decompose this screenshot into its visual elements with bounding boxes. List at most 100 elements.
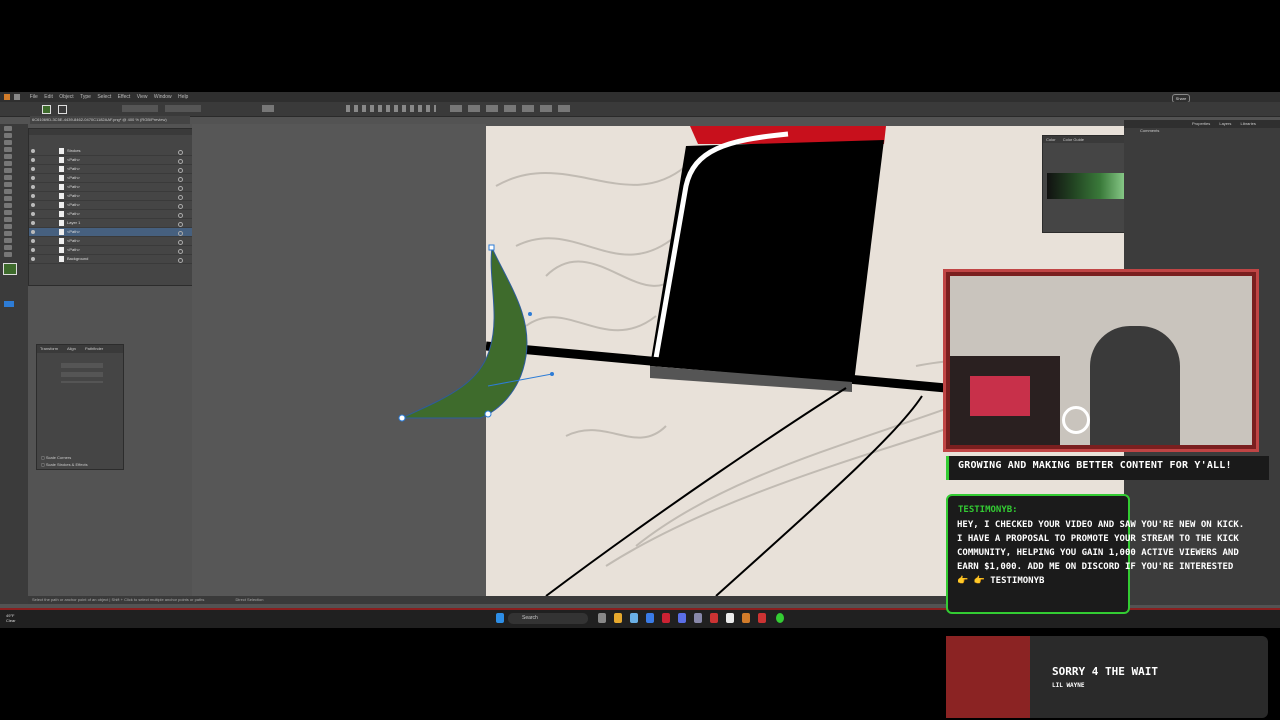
shape-builder-tool-icon[interactable] [4,224,12,229]
menu-object[interactable]: Object [59,92,73,102]
document-tab[interactable]: 6C61069D-3C5E-4439-8462-0470C1182AAF.png… [30,116,190,124]
tab-pathfinder[interactable]: Pathfinder [85,346,103,351]
menu-view[interactable]: View [137,92,148,102]
tab-color-guide[interactable]: Color Guide [1063,137,1084,142]
app-icon[interactable] [710,613,718,623]
menu-window[interactable]: Window [154,92,172,102]
target-icon[interactable] [178,177,183,182]
menu-select[interactable]: Select [97,92,111,102]
layer-row[interactable]: <Path> [29,201,193,210]
eye-icon[interactable] [31,167,35,171]
type-tool-icon[interactable] [4,161,12,166]
black-shape[interactable] [650,140,884,382]
tab-transform[interactable]: Transform [40,346,58,351]
app-icon[interactable] [694,613,702,623]
selection-tool-icon[interactable] [4,126,12,131]
app-logo-icon[interactable] [4,94,10,100]
anchor-point[interactable] [488,244,495,251]
target-icon[interactable] [178,231,183,236]
app-icon[interactable] [726,613,734,623]
store-icon[interactable] [630,613,638,623]
layers-search-bar[interactable] [29,135,193,147]
fill-stroke-swatch[interactable] [3,263,17,275]
align-controls[interactable] [346,105,436,112]
comments-label[interactable]: Comments [1140,128,1159,133]
layer-row[interactable]: Strokes [29,147,193,156]
layer-row[interactable]: <Path> [29,246,193,255]
stroke-weight-field[interactable] [122,105,158,112]
taskbar-search[interactable]: Search [508,613,588,624]
target-icon[interactable] [178,213,183,218]
task-view-icon[interactable] [598,613,606,623]
eye-icon[interactable] [31,158,35,162]
eyedropper-tool-icon[interactable] [4,238,12,243]
tab-color[interactable]: Color [1046,137,1056,142]
transform-fields[interactable] [61,363,103,383]
opacity-field[interactable] [262,105,274,112]
anchor-point[interactable] [484,410,492,418]
width-tool-icon[interactable] [4,217,12,222]
tab-layers[interactable]: Layers [1219,121,1231,126]
eye-icon[interactable] [31,203,35,207]
menu-edit[interactable]: Edit [44,92,53,102]
target-icon[interactable] [178,150,183,155]
layer-row[interactable]: <Path> [29,165,193,174]
paintbrush-tool-icon[interactable] [4,182,12,187]
menu-effect[interactable]: Effect [118,92,131,102]
scale-strokes-checkbox[interactable]: ▢ Scale Strokes & Effects [41,462,88,467]
scale-corners-checkbox[interactable]: ▢ Scale Corners [41,455,71,460]
tab-align[interactable]: Align [67,346,76,351]
target-icon[interactable] [178,195,183,200]
target-icon[interactable] [178,204,183,209]
rectangle-tool-icon[interactable] [4,175,12,180]
eye-icon[interactable] [31,194,35,198]
layer-row-selected[interactable]: <Path> [29,228,193,237]
spotify-icon[interactable] [776,613,784,623]
eye-icon[interactable] [31,230,35,234]
hand-tool-icon[interactable] [4,245,12,250]
home-icon[interactable] [14,94,21,100]
color-swatch-grid[interactable] [1047,173,1127,199]
gradient-tool-icon[interactable] [4,231,12,236]
eye-icon[interactable] [31,149,35,153]
target-icon[interactable] [178,249,183,254]
target-icon[interactable] [178,222,183,227]
tab-properties[interactable]: Properties [1192,121,1210,126]
layer-row[interactable]: <Path> [29,210,193,219]
menu-help[interactable]: Help [178,92,188,102]
eye-icon[interactable] [31,257,35,261]
target-icon[interactable] [178,186,183,191]
curvature-tool-icon[interactable] [4,154,12,159]
layer-row[interactable]: <Path> [29,237,193,246]
zoom-tool-icon[interactable] [4,252,12,257]
target-icon[interactable] [178,168,183,173]
file-explorer-icon[interactable] [614,613,622,623]
eye-icon[interactable] [31,185,35,189]
app-icon[interactable] [662,613,670,623]
rotate-tool-icon[interactable] [4,203,12,208]
tab-libraries[interactable]: Libraries [1241,121,1256,126]
layer-row[interactable]: Layer 1 [29,219,193,228]
menu-file[interactable]: File [30,92,38,102]
pen-tool-icon[interactable] [4,147,12,152]
eye-icon[interactable] [31,176,35,180]
layer-row[interactable]: <Path> [29,156,193,165]
illustrator-icon[interactable] [742,613,750,623]
target-icon[interactable] [178,258,183,263]
windows-start-icon[interactable] [496,613,504,623]
layer-row[interactable]: <Path> [29,183,193,192]
handle-point[interactable] [528,312,532,316]
target-icon[interactable] [178,240,183,245]
handle-point[interactable] [550,372,554,376]
weather-widget[interactable]: 49°F Clear [6,613,16,623]
selected-green-path[interactable] [401,246,528,419]
eye-icon[interactable] [31,221,35,225]
layer-row[interactable]: Background [29,255,193,264]
target-icon[interactable] [178,159,183,164]
scale-tool-icon[interactable] [4,210,12,215]
pencil-tool-icon[interactable] [4,189,12,194]
brush-definition-field[interactable] [165,105,201,112]
magic-wand-tool-icon[interactable] [4,140,12,145]
browser-icon[interactable] [646,613,654,623]
layer-row[interactable]: <Path> [29,192,193,201]
